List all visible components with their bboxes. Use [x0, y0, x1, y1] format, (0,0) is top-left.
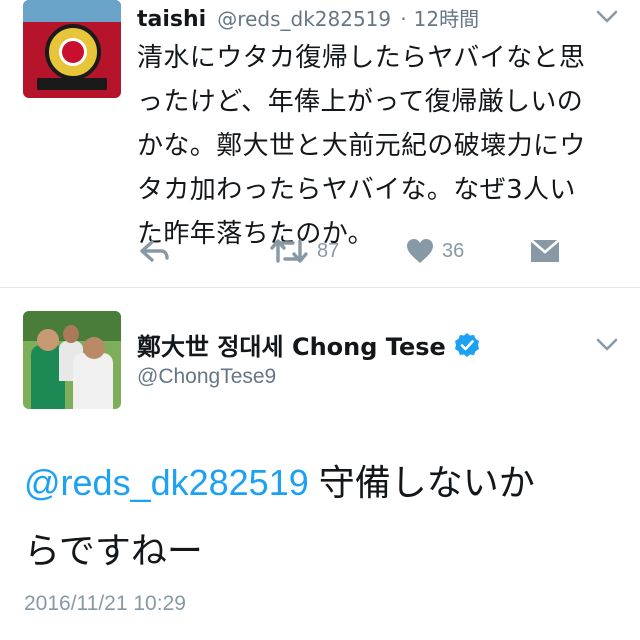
retweet-count: 87	[317, 239, 340, 262]
tweet-text-line: タカ加わったらヤバイな。なぜ3人い	[137, 175, 576, 205]
direct-message-button[interactable]	[530, 233, 560, 269]
avatar-background	[23, 0, 121, 22]
mention-link[interactable]: @reds_dk282519	[24, 462, 309, 503]
chevron-down-icon[interactable]	[596, 10, 618, 24]
separator: ·	[400, 7, 407, 31]
avatar[interactable]	[23, 0, 121, 98]
club-crest-icon	[45, 24, 101, 80]
tweet-timestamp[interactable]: 2016/11/21 10:29	[24, 592, 186, 616]
tweet-header: taishi @reds_dk282519 · 12時間	[137, 3, 479, 32]
avatar[interactable]	[23, 311, 121, 409]
heart-icon	[407, 239, 433, 263]
player-figure	[73, 353, 113, 409]
tweet-text: @reds_dk282519 守備しないか らですねー	[24, 449, 604, 585]
handle[interactable]: @reds_dk282519	[217, 7, 391, 31]
tweet-text-line: 清水にウタカ復帰したらヤバイなと思	[137, 43, 586, 73]
tweet-text-line: らですねー	[24, 530, 203, 571]
crest-banner	[37, 78, 107, 90]
handle[interactable]: @ChongTese9	[137, 365, 276, 389]
tweet-text: 清水にウタカ復帰したらヤバイなと思 ったけど、年俸上がって復帰厳しいの かな。鄭…	[137, 36, 627, 256]
action-bar: 87 36	[137, 233, 627, 269]
tweet-text-line: かな。鄭大世と大前元紀の破壊力にウ	[137, 131, 586, 161]
retweet-icon	[270, 239, 308, 263]
like-count: 36	[442, 239, 465, 262]
like-button[interactable]: 36	[406, 233, 464, 269]
reply-icon	[140, 240, 169, 262]
divider	[0, 287, 640, 288]
tweet-text-line: ったけど、年俸上がって復帰厳しいの	[137, 87, 584, 117]
chevron-down-icon[interactable]	[596, 338, 618, 352]
display-name[interactable]: 鄭大世 정대세 Chong Tese	[137, 327, 446, 362]
verified-badge-icon	[454, 332, 479, 357]
tweet-text-segment: 守備しないか	[308, 462, 535, 503]
display-name[interactable]: taishi	[137, 7, 206, 32]
retweet-button[interactable]: 87	[269, 233, 339, 269]
timestamp[interactable]: 12時間	[414, 7, 479, 31]
envelope-icon	[530, 239, 560, 262]
reply-button[interactable]	[139, 233, 171, 269]
tweet-card[interactable]: taishi @reds_dk282519 · 12時間 清水にウタカ復帰したら…	[0, 0, 640, 287]
tweet-header: 鄭大世 정대세 Chong Tese	[137, 327, 480, 362]
